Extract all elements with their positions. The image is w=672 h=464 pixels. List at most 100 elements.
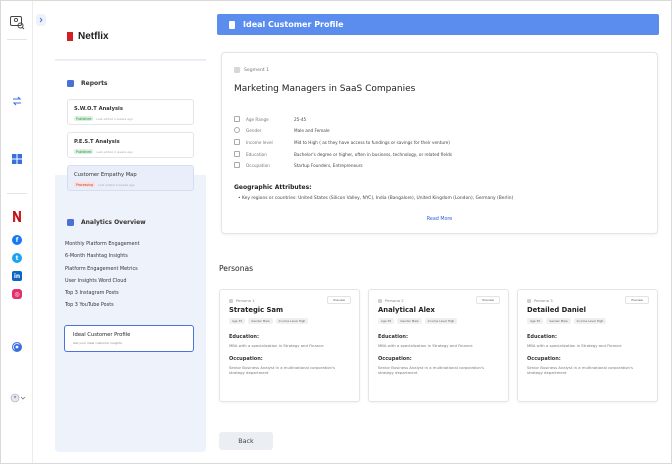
persona-tag: Age 35 [527,318,544,324]
brand-header: Netflix [55,14,206,60]
attribute-row: Education Bachelor's degree or higher, o… [234,150,452,158]
icp-nav-card[interactable]: Ideal Customer Profile Get your ideal cu… [64,325,194,352]
education-icon [234,151,240,157]
attribute-label: Age Range [246,116,269,122]
netflix-icon[interactable] [11,210,23,222]
back-button[interactable]: Back [219,432,273,450]
preview-button[interactable]: Preview [476,296,500,304]
persona-icon [229,298,233,303]
geographic-text: Key regions or countries: United States … [242,196,514,201]
attribute-value: Mid to High ( as they have access to fun… [294,139,450,145]
expand-sidebar-button[interactable] [36,14,46,26]
persona-card[interactable]: Persona 3 Preview Detailed Daniel Age 35… [517,289,658,402]
attribute-value: Male and Female [294,127,330,133]
reports-title: Reports [81,80,108,87]
education-heading: Education: [229,334,259,340]
persona-label-text: Persona 1 [236,298,255,303]
occupation-text: Senior Business Analyst in a multination… [527,365,633,376]
persona-tag: Income Level High [573,318,607,324]
attribute-label: Occupation [246,162,270,168]
persona-tags: Age 35 Gender Male Income Level High [378,318,458,324]
twitter-icon[interactable]: t [11,252,23,264]
persona-tag: Age 35 [229,318,246,324]
swap-icon[interactable] [11,95,23,107]
gender-icon [234,127,240,133]
page-title: Ideal Customer Profile [243,20,344,29]
dashboard-icon[interactable] [11,153,23,165]
persona-label: Persona 1 [229,298,255,303]
preview-label: Preview [482,298,494,302]
occupation-text: Senior Business Analyst in a multination… [378,365,484,376]
attribute-row: Occupation Startup Founders, Entrepreneu… [234,161,363,169]
preview-button[interactable]: Preview [327,296,351,304]
persona-card[interactable]: Persona 2 Preview Analytical Alex Age 35… [368,289,509,402]
persona-tag: Age 35 [378,318,395,324]
preview-label: Preview [333,298,345,302]
segment-label: Segment 1 [234,67,269,73]
icon-rail: f t in ◎ [1,1,33,463]
analytics-item[interactable]: Platform Engagement Metrics [65,263,140,275]
education-text: MBA with a specialization in Strategy an… [527,343,622,348]
report-meta: Last edited 2 weeks ago [96,149,133,154]
segment-card: Segment 1 Marketing Managers in SaaS Com… [221,52,658,234]
analytics-heading: Analytics Overview [67,219,146,226]
report-title: S.W.O.T Analysis [74,106,123,112]
report-card-empathy-map[interactable]: Customer Empathy Map Processing Last edi… [67,165,194,191]
attribute-row: Age Range 25-45 [234,115,306,123]
read-more-link[interactable]: Read More [222,217,657,222]
geographic-item: • Key regions or countries: United State… [238,196,514,201]
persona-name: Detailed Daniel [527,306,586,314]
preview-button[interactable]: Preview [625,296,649,304]
reports-icon [67,80,74,87]
broadcast-icon[interactable] [11,341,23,353]
persona-label: Persona 3 [527,298,553,303]
facebook-icon[interactable]: f [11,234,23,246]
persona-card[interactable]: Persona 1 Preview Strategic Sam Age 35 G… [219,289,360,402]
occupation-heading: Occupation: [527,356,561,362]
calendar-icon [234,116,240,122]
personas-title: Personas [219,264,254,273]
analytics-item[interactable]: User Insights Word Cloud [65,275,140,287]
analytics-item[interactable]: Top 3 Instagram Posts [65,287,140,299]
brand-name: Netflix [78,31,109,42]
persona-name: Strategic Sam [229,306,284,314]
attribute-label: Education [246,151,267,157]
document-icon [229,20,235,29]
instagram-icon[interactable]: ◎ [11,288,23,300]
report-card-pest[interactable]: P.E.S.T Analysis Published Last edited 2… [67,132,194,158]
attribute-label: Gender [246,127,262,133]
page-title-bar: Ideal Customer Profile [217,14,659,35]
analytics-item[interactable]: Top 3 YouTube Posts [65,299,140,311]
analytics-icon [67,219,74,226]
report-title: Customer Empathy Map [74,172,137,178]
persona-tag: Gender Male [248,318,273,324]
divider [7,193,27,194]
account-menu[interactable] [10,392,26,404]
report-meta: Last edited 2 weeks ago [96,116,133,121]
report-meta: Last edited 2 weeks ago [98,182,135,187]
occupation-heading: Occupation: [229,356,263,362]
analytics-item[interactable]: Monthly Platform Engagement [65,238,140,250]
status-badge: Published [74,116,94,122]
preview-label: Preview [631,298,643,302]
segment-title: Marketing Managers in SaaS Companies [234,84,416,94]
report-card-swot[interactable]: S.W.O.T Analysis Published Last edited 2… [67,99,194,125]
education-text: MBA with a specialization in Strategy an… [378,343,473,348]
persona-label: Persona 2 [378,298,404,303]
attribute-value: Bachelor's degree or higher, often in bu… [294,151,452,157]
app-window: f t in ◎ Netflix Reports S.W.O.T Analysi… [0,0,672,464]
attribute-row: Gender Male and Female [234,126,330,134]
user-card-icon[interactable] [9,14,25,30]
status-badge: Published [74,149,94,155]
persona-tag: Income Level High [275,318,309,324]
analytics-item[interactable]: 6-Month Hashtag Insights [65,250,140,262]
segment-icon [234,67,240,73]
netflix-logo-icon [67,32,73,41]
attribute-value: 25-45 [294,116,307,122]
income-icon [234,139,240,145]
persona-label-text: Persona 3 [534,298,553,303]
status-badge: Processing [74,182,96,188]
occupation-icon [234,162,240,168]
attribute-row: Income level Mid to High ( as they have … [234,138,450,146]
linkedin-icon[interactable]: in [11,270,23,282]
